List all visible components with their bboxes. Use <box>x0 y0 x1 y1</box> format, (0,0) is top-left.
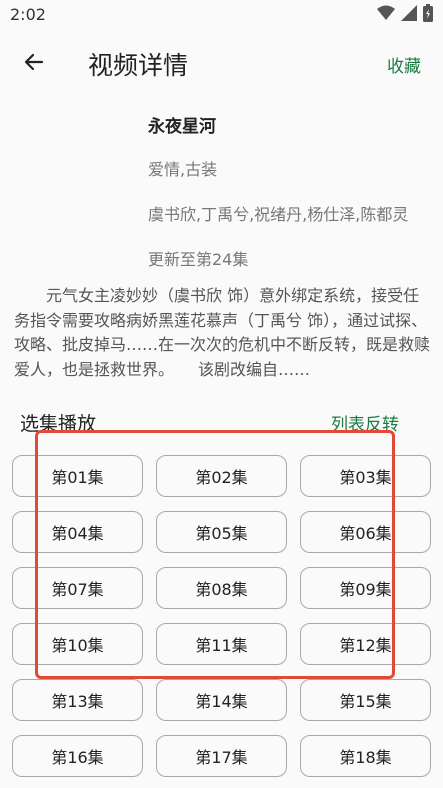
episode-button[interactable]: 第02集 <box>156 455 287 497</box>
video-genre: 爱情,古装 <box>148 160 218 179</box>
episodes-section-title: 选集播放 <box>20 413 97 435</box>
episode-grid: 第01集 第02集 第03集 第04集 第05集 第06集 第07集 第08集 … <box>12 455 431 777</box>
wifi-icon <box>377 5 395 25</box>
episode-button[interactable]: 第13集 <box>12 679 143 721</box>
episode-button[interactable]: 第01集 <box>12 455 143 497</box>
episode-button[interactable]: 第04集 <box>12 511 143 553</box>
episode-button[interactable]: 第18集 <box>300 735 431 777</box>
battery-icon <box>423 4 433 26</box>
episode-button[interactable]: 第12集 <box>300 623 431 665</box>
episode-button[interactable]: 第14集 <box>156 679 287 721</box>
episode-button[interactable]: 第06集 <box>300 511 431 553</box>
episode-button[interactable]: 第17集 <box>156 735 287 777</box>
status-time: 2:02 <box>10 5 46 24</box>
episode-button[interactable]: 第07集 <box>12 567 143 609</box>
video-update-status: 更新至第24集 <box>148 250 249 269</box>
collect-button[interactable]: 收藏 <box>387 52 421 77</box>
video-description: 元气女主凌妙妙（虞书欣 饰）意外绑定系统，接受任务指令需要攻略病娇黑莲花慕声（丁… <box>14 286 430 379</box>
page-title: 视频详情 <box>88 51 189 80</box>
signal-icon <box>401 5 417 25</box>
episode-button[interactable]: 第10集 <box>12 623 143 665</box>
app-bar: 视频详情 收藏 <box>0 30 443 98</box>
episodes-header: 选集播放 列表反转 <box>0 406 443 436</box>
episode-button[interactable]: 第05集 <box>156 511 287 553</box>
video-title: 永夜星河 <box>148 117 216 137</box>
status-icons <box>377 4 433 26</box>
arrow-left-icon <box>22 50 46 78</box>
status-bar: 2:02 <box>0 0 443 30</box>
reverse-list-button[interactable]: 列表反转 <box>331 410 399 435</box>
episode-button[interactable]: 第15集 <box>300 679 431 721</box>
back-button[interactable] <box>18 48 50 80</box>
episode-button[interactable]: 第09集 <box>300 567 431 609</box>
episode-button[interactable]: 第16集 <box>12 735 143 777</box>
episode-button[interactable]: 第08集 <box>156 567 287 609</box>
episode-button[interactable]: 第11集 <box>156 623 287 665</box>
episode-button[interactable]: 第03集 <box>300 455 431 497</box>
video-cast: 虞书欣,丁禹兮,祝绪丹,杨仕泽,陈都灵 <box>148 205 409 224</box>
